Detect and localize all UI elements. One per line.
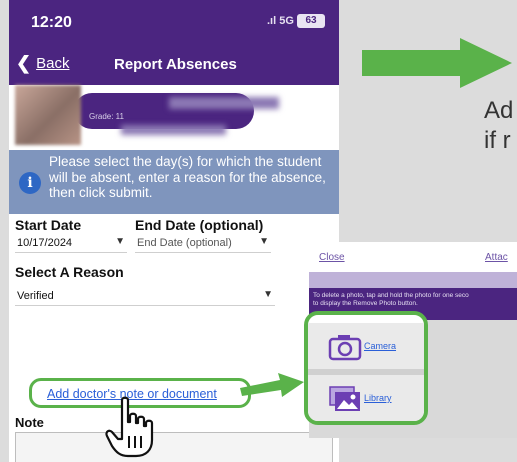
start-date-select[interactable]: 10/17/2024 ▼ xyxy=(15,233,127,253)
student-card: Grade: 11 xyxy=(9,85,339,145)
camera-option[interactable]: Camera xyxy=(308,323,424,369)
student-grade: Grade: 11 xyxy=(89,112,124,121)
chevron-down-icon: ▼ xyxy=(263,289,273,300)
arrow-right-icon xyxy=(240,373,304,397)
info-text: Please select the day(s) for which the s… xyxy=(49,154,326,200)
side-caption-line-2: if r xyxy=(484,127,511,154)
picker-instructions-line-1: To delete a photo, tap and hold the phot… xyxy=(313,292,469,299)
chevron-down-icon: ▼ xyxy=(115,236,125,247)
note-input[interactable] xyxy=(15,432,333,462)
picker-instructions-line-2: to display the Remove Photo button. xyxy=(313,300,418,307)
camera-label: Camera xyxy=(364,341,397,351)
reason-label: Select A Reason xyxy=(15,264,124,280)
status-time: 12:20 xyxy=(31,14,72,31)
picker-attach-button[interactable]: Attac xyxy=(485,252,508,263)
picker-close-button[interactable]: Close xyxy=(319,252,345,263)
info-icon: i xyxy=(19,172,41,194)
picker-band xyxy=(309,272,517,288)
start-date-label: Start Date xyxy=(15,217,82,233)
start-date-value: 10/17/2024 xyxy=(17,237,73,249)
pointing-hand-icon xyxy=(105,396,154,458)
info-banner: i Please select the day(s) for which the… xyxy=(9,150,339,214)
reason-select[interactable]: Verified ▼ xyxy=(15,286,275,306)
page-title: Report Absences xyxy=(114,56,237,73)
avatar xyxy=(15,85,81,145)
back-label: Back xyxy=(36,55,70,72)
camera-icon xyxy=(328,335,362,361)
end-date-placeholder: End Date (optional) xyxy=(137,237,232,249)
chevron-left-icon: ❮ xyxy=(16,53,32,73)
picker-header: Close Attac xyxy=(309,242,517,272)
arrow-right-icon xyxy=(362,38,512,88)
picker-options: Camera Library xyxy=(304,311,428,425)
note-label: Note xyxy=(15,415,44,430)
back-button[interactable]: ❮ Back xyxy=(16,53,70,73)
reason-value: Verified xyxy=(17,290,54,302)
end-date-select[interactable]: End Date (optional) ▼ xyxy=(135,233,271,253)
library-option[interactable]: Library xyxy=(308,375,424,421)
nav-bar: ❮ Back Report Absences xyxy=(9,42,339,85)
photo-library-icon xyxy=(329,386,360,411)
battery-icon: 63 xyxy=(297,14,325,28)
side-caption-line-1: Ad xyxy=(484,97,514,124)
library-label: Library xyxy=(364,393,392,403)
side-caption: Ad if r xyxy=(484,96,513,156)
end-date-label: End Date (optional) xyxy=(135,217,264,233)
chevron-down-icon: ▼ xyxy=(259,236,269,247)
student-name-redacted xyxy=(169,97,279,109)
status-bar: 12:20 .ıl 5G 63 xyxy=(9,0,339,42)
student-id-redacted xyxy=(121,125,226,135)
network-indicator: .ıl 5G xyxy=(267,15,294,27)
